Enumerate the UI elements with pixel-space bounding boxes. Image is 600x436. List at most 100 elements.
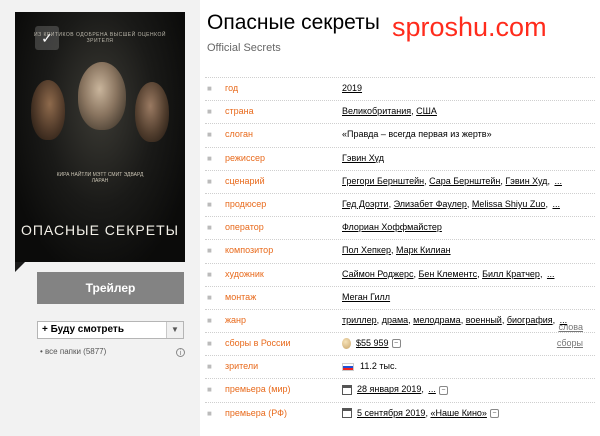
director-link[interactable]: Гэвин Худ xyxy=(342,153,384,163)
info-icon[interactable]: i xyxy=(176,348,185,357)
artist-link[interactable]: Билл Кратчер xyxy=(482,269,540,279)
folders-link[interactable]: • все папки (5877) xyxy=(40,347,106,356)
viewers-count: 11.2 тыс. xyxy=(360,361,397,372)
genre-link[interactable]: биография xyxy=(507,315,553,325)
bullet-icon: ■ xyxy=(207,408,212,418)
premiere-rf-link[interactable]: 5 сентября 2019 xyxy=(357,408,425,418)
info-label: премьера (мир) xyxy=(225,384,291,395)
composer-link[interactable]: Пол Хепкер xyxy=(342,245,391,255)
info-row-box-office: ■ сборы в России $55 959− сборы xyxy=(205,332,595,355)
movie-poster[interactable]: ✓ ИЗ КРИТИКОВ ОДОБРЕНА ВЫСШЕЙ ОЦЕНКОЙ ЗР… xyxy=(15,12,185,262)
info-row-viewers: ■ зрители 11.2 тыс. xyxy=(205,355,595,378)
premiere-world-link[interactable]: 28 января 2019 xyxy=(357,384,421,394)
poster-face-center xyxy=(78,62,126,130)
calendar-icon xyxy=(342,385,352,396)
bullet-icon: ■ xyxy=(207,339,212,349)
info-label: монтаж xyxy=(225,291,257,302)
poster-top-text: ИЗ КРИТИКОВ ОДОБРЕНА ВЫСШЕЙ ОЦЕНКОЙ ЗРИТ… xyxy=(34,32,166,44)
genre-link[interactable]: мелодрама xyxy=(413,315,461,325)
info-label: продюсер xyxy=(225,198,267,209)
info-row-operator: ■ оператор Флориан Хоффмайстер xyxy=(205,216,595,239)
more-artists-link[interactable]: ... xyxy=(547,269,555,279)
bullet-icon: ■ xyxy=(207,362,212,372)
genre-link[interactable]: триллер xyxy=(342,315,377,325)
info-row-director: ■ режиссер Гэвин Худ xyxy=(205,146,595,170)
info-label: год xyxy=(225,83,239,93)
editor-link[interactable]: Меган Гилл xyxy=(342,292,390,302)
bullet-icon: ■ xyxy=(207,176,212,186)
country-link[interactable]: США xyxy=(416,106,437,116)
chevron-down-icon[interactable]: ▼ xyxy=(166,322,183,338)
poster-title-text: ОПАСНЫЕ СЕКРЕТЫ xyxy=(20,222,180,238)
info-label: сборы в России xyxy=(225,338,291,349)
writer-link[interactable]: Сара Бернштейн xyxy=(429,176,500,186)
producer-link[interactable]: Melissa Shiyu Zuo xyxy=(472,199,546,209)
info-row-composer: ■ композитор Пол Хепкер, Марк Килиан xyxy=(205,239,595,262)
bullet-icon: ■ xyxy=(207,130,212,140)
original-title: Official Secrets xyxy=(207,42,281,54)
more-producers-link[interactable]: ... xyxy=(552,199,560,209)
info-label: жанр xyxy=(225,314,247,325)
coin-icon xyxy=(342,338,351,350)
genre-link[interactable]: драма xyxy=(382,315,408,325)
operator-link[interactable]: Флориан Хоффмайстер xyxy=(342,222,442,232)
composer-link[interactable]: Марк Килиан xyxy=(396,245,451,255)
info-row-year: ■ год 2019 xyxy=(205,77,595,100)
minus-icon[interactable]: − xyxy=(391,339,401,349)
bullet-icon: ■ xyxy=(207,385,212,395)
poster-cast-text: КИРА НАЙТЛИ МЭТТ СМИТ ЭДВАРД ЛАРАН xyxy=(56,172,144,184)
bullet-icon: ■ xyxy=(207,292,212,302)
calendar-icon xyxy=(342,408,352,419)
producer-link[interactable]: Гед Доэрти xyxy=(342,199,389,209)
info-row-producers: ■ продюсер Гед Доэрти, Элизабет Фаулер, … xyxy=(205,192,595,216)
slogan-text: «Правда – всегда первая из жертв» xyxy=(342,129,492,140)
bullet-icon: ■ xyxy=(207,107,212,117)
bullet-icon: ■ xyxy=(207,199,212,209)
more-writers-link[interactable]: ... xyxy=(554,176,562,186)
year-link[interactable]: 2019 xyxy=(342,83,362,93)
info-row-editing: ■ монтаж Меган Гилл xyxy=(205,285,595,309)
info-label: оператор xyxy=(225,222,264,233)
poster-face-right xyxy=(135,82,169,142)
info-label: сценарий xyxy=(225,175,265,186)
genre-link[interactable]: военный xyxy=(466,315,502,325)
trailer-button[interactable]: Трейлер xyxy=(37,272,184,304)
producer-link[interactable]: Элизабет Фаулер xyxy=(394,199,467,209)
info-row-slogan: ■ слоган «Правда – всегда первая из жерт… xyxy=(205,123,595,146)
writer-link[interactable]: Грегори Бернштейн xyxy=(342,176,424,186)
info-label: слоган xyxy=(225,129,253,140)
poster-corner xyxy=(15,262,25,272)
box-office-details-link[interactable]: сборы xyxy=(557,338,583,348)
info-label: премьера (РФ) xyxy=(225,407,288,418)
info-label: страна xyxy=(225,106,254,117)
info-label: режиссер xyxy=(225,152,265,163)
more-premieres-link[interactable]: ... xyxy=(428,384,436,394)
info-label: зрители xyxy=(225,361,259,372)
russia-flag-icon xyxy=(342,362,354,371)
bullet-icon: ■ xyxy=(207,84,212,93)
watermark: sproshu.com xyxy=(392,12,547,42)
page-title: Опасные секреты xyxy=(207,11,380,34)
minus-icon[interactable]: − xyxy=(489,408,499,418)
info-label: художник xyxy=(225,268,264,279)
watch-later-select[interactable]: + Буду смотреть ▼ xyxy=(37,321,184,339)
bullet-icon: ■ xyxy=(207,269,212,279)
watch-later-label: + Буду смотреть xyxy=(42,324,124,335)
box-office-link[interactable]: $55 959 xyxy=(356,338,389,348)
left-column: ✓ ИЗ КРИТИКОВ ОДОБРЕНА ВЫСШЕЙ ОЦЕНКОЙ ЗР… xyxy=(0,0,200,436)
writer-link[interactable]: Гэвин Худ xyxy=(505,176,547,186)
movie-info-table: ■ год 2019 ■ страна Великобритания, США … xyxy=(205,77,595,425)
info-row-premiere-world: ■ премьера (мир) 28 января 2019, ... − xyxy=(205,378,595,401)
distributor-link[interactable]: «Наше Кино» xyxy=(430,408,487,418)
minus-icon[interactable]: − xyxy=(438,385,448,395)
country-link[interactable]: Великобритания xyxy=(342,106,411,116)
artist-link[interactable]: Саймон Роджерс xyxy=(342,269,414,279)
info-row-genre: ■ жанр триллер, драма, мелодрама, военны… xyxy=(205,308,595,332)
artist-link[interactable]: Бен Клементс xyxy=(419,269,478,279)
poster-face-left xyxy=(31,80,65,140)
bullet-icon: ■ xyxy=(207,246,212,256)
info-row-country: ■ страна Великобритания, США xyxy=(205,100,595,123)
keywords-link[interactable]: слова xyxy=(558,322,583,332)
info-row-artist: ■ художник Саймон Роджерс, Бен Клементс,… xyxy=(205,262,595,286)
bullet-icon: ■ xyxy=(207,223,212,233)
